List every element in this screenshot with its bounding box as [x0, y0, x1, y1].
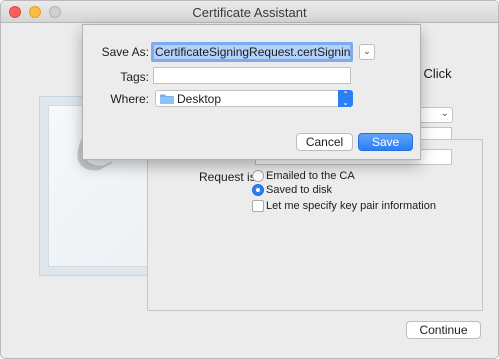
folder-icon [160, 94, 174, 104]
specify-key-pair-checkbox[interactable] [252, 200, 264, 212]
expand-dialog-button[interactable]: ⌄ [359, 44, 375, 60]
cancel-button[interactable]: Cancel [296, 133, 353, 151]
save-sheet: Save As: CertificateSigningRequest.certS… [82, 24, 421, 160]
request-is-label: Request is: [199, 170, 260, 184]
tags-field[interactable] [153, 67, 351, 84]
save-as-label: Save As: [101, 45, 149, 59]
save-button[interactable]: Save [358, 133, 413, 151]
chevron-down-icon: ⌄ [440, 108, 449, 119]
where-popup[interactable]: Desktop ⌃ ⌄ [155, 90, 353, 107]
certificate-assistant-window: Certificate Assistant ℭ g. Click ⌄ Reque… [0, 0, 499, 359]
window-title: Certificate Assistant [192, 5, 307, 20]
title-bar: Certificate Assistant [1, 1, 498, 23]
where-label: Where: [110, 92, 149, 106]
save-as-value: CertificateSigningRequest.certSigningRe [154, 45, 350, 59]
emailed-to-ca-label: Emailed to the CA [266, 170, 355, 182]
saved-to-disk-radio[interactable] [252, 184, 264, 196]
up-down-chevron-icon: ⌃ ⌄ [338, 90, 353, 107]
where-value: Desktop [177, 92, 222, 106]
chevron-down-icon: ⌄ [363, 46, 371, 56]
specify-key-pair-label: Let me specify key pair information [266, 200, 436, 212]
emailed-to-ca-radio[interactable] [252, 170, 264, 182]
saved-to-disk-label: Saved to disk [266, 184, 333, 196]
continue-button[interactable]: Continue [406, 321, 481, 339]
tags-label: Tags: [120, 70, 149, 84]
save-as-field[interactable]: CertificateSigningRequest.certSigningRe [151, 42, 353, 62]
